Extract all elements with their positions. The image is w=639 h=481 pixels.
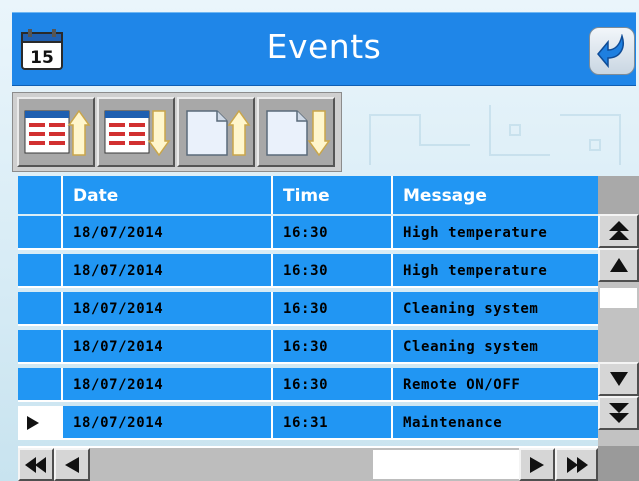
cell-message: Cleaning system [393, 292, 598, 326]
double-left-icon [25, 456, 46, 473]
table-header: Date Time Message [18, 176, 598, 214]
row-selector[interactable] [18, 254, 63, 288]
scroll-leftmost-button[interactable] [18, 448, 54, 481]
scroll-down-button[interactable] [598, 362, 639, 396]
table-row[interactable]: 18/07/2014 16:31 Maintenance [18, 406, 598, 440]
cell-date: 18/07/2014 [63, 368, 273, 402]
scroll-last-button[interactable] [598, 396, 639, 430]
cell-message: Maintenance [393, 406, 598, 440]
scroll-right-button[interactable] [519, 448, 555, 481]
events-table: Date Time Message 18/07/2014 16:30 High te… [18, 176, 639, 481]
scrollbar-top-spacer [598, 176, 639, 214]
back-button[interactable] [589, 27, 635, 75]
row-selector[interactable] [18, 330, 63, 364]
down-icon [609, 372, 628, 386]
cell-time: 16:30 [273, 368, 393, 402]
vertical-scrollbar[interactable] [598, 176, 639, 446]
column-header-message[interactable]: Message [393, 176, 598, 214]
page-down-button[interactable] [257, 97, 335, 167]
column-header-date[interactable]: Date [63, 176, 273, 214]
cell-time: 16:30 [273, 216, 393, 250]
cell-date: 18/07/2014 [63, 406, 273, 440]
column-header-time[interactable]: Time [273, 176, 393, 214]
cell-time: 16:30 [273, 254, 393, 288]
row-selector[interactable] [18, 406, 63, 440]
sort-newest-button[interactable] [17, 97, 95, 167]
background-circuit-pattern [369, 105, 621, 165]
calendar-icon: 15 [21, 29, 63, 70]
page-up-button[interactable] [177, 97, 255, 167]
table-sort-down-icon [104, 110, 171, 157]
right-icon [530, 456, 544, 473]
cell-message: High temperature [393, 254, 598, 288]
cell-time: 16:30 [273, 292, 393, 326]
left-icon [65, 456, 79, 473]
cell-message: Remote ON/OFF [393, 368, 598, 402]
double-up-icon [608, 221, 629, 240]
table-row[interactable]: 18/07/2014 16:30 Cleaning system [18, 292, 598, 326]
current-row-arrow-icon [27, 416, 39, 430]
title-bar: Events 15 [12, 12, 636, 86]
vertical-scroll-thumb[interactable] [600, 288, 637, 308]
scrollbar-corner [598, 446, 639, 481]
header-selector-column [18, 176, 63, 214]
scroll-rightmost-button[interactable] [555, 448, 598, 481]
double-right-icon [566, 456, 588, 473]
cell-date: 18/07/2014 [63, 292, 273, 326]
table-row[interactable]: 18/07/2014 16:30 High temperature [18, 216, 598, 250]
horizontal-scroll-thumb[interactable] [373, 450, 519, 479]
up-icon [609, 258, 628, 272]
page-title: Events [266, 27, 382, 66]
scroll-up-button[interactable] [598, 248, 639, 282]
table-sort-up-icon [24, 109, 91, 156]
table-row[interactable]: 18/07/2014 16:30 High temperature [18, 254, 598, 288]
return-arrow-icon [597, 34, 624, 69]
table-row[interactable]: 18/07/2014 16:30 Remote ON/OFF [18, 368, 598, 402]
cell-message: Cleaning system [393, 330, 598, 364]
sort-oldest-button[interactable] [97, 97, 175, 167]
row-selector[interactable] [18, 216, 63, 250]
cell-date: 18/07/2014 [63, 254, 273, 288]
table-row[interactable]: 18/07/2014 16:30 Cleaning system [18, 330, 598, 364]
scroll-left-button[interactable] [54, 448, 90, 481]
cell-date: 18/07/2014 [63, 216, 273, 250]
double-down-icon [608, 403, 629, 423]
scroll-first-button[interactable] [598, 214, 639, 248]
page-up-icon [186, 109, 251, 156]
calendar-day-text: 15 [30, 48, 54, 68]
toolbar [12, 92, 342, 172]
cell-time: 16:30 [273, 330, 393, 364]
row-selector[interactable] [18, 292, 63, 326]
horizontal-scrollbar[interactable] [18, 446, 598, 481]
page-down-icon [266, 110, 331, 157]
cell-message: High temperature [393, 216, 598, 250]
cell-date: 18/07/2014 [63, 330, 273, 364]
cell-time: 16:31 [273, 406, 393, 440]
row-selector[interactable] [18, 368, 63, 402]
